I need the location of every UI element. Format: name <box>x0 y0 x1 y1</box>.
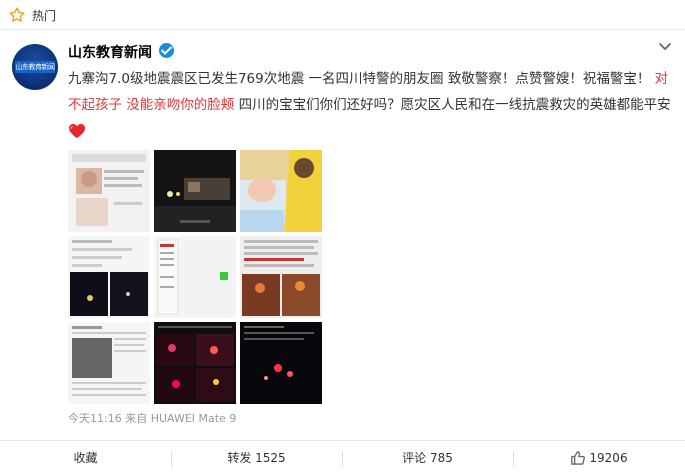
image-thumb-3[interactable] <box>240 150 322 232</box>
image-thumb-5[interactable] <box>154 236 236 318</box>
post-text: 九寨沟7.0级地震震区已发生769次地震 一名四川特警的朋友圈 致敬警察！点赞警… <box>68 66 673 144</box>
like-count: 19206 <box>589 451 628 465</box>
post-username[interactable]: 山东教育新闻 <box>68 42 152 62</box>
like-button[interactable]: 19206 <box>513 441 685 475</box>
favorite-button[interactable]: 收藏 <box>0 441 171 475</box>
image-thumb-2[interactable] <box>154 150 236 232</box>
hot-label: 热门 <box>32 9 57 23</box>
image-thumb-6[interactable] <box>240 236 322 318</box>
post-text-tail: 四川的宝宝们你们还好吗？愿灾区人民和在一线抗震救灾的英雄都能平安 <box>234 97 671 113</box>
image-thumb-9[interactable] <box>240 322 322 404</box>
repost-button[interactable]: 转发 1525 <box>171 441 342 475</box>
star-outline-icon <box>9 7 25 22</box>
action-bar: 收藏 转发 1525 评论 785 19206 <box>0 440 685 475</box>
image-thumb-1[interactable] <box>68 150 150 232</box>
hot-header: 热门 <box>0 0 685 30</box>
verified-badge-icon <box>159 43 174 58</box>
weibo-post-card: 山东教育新闻 山东教育新闻 九寨沟7.0级地震震区已发生769次地震 一名四川特… <box>0 30 685 475</box>
image-thumb-4[interactable] <box>68 236 150 318</box>
avatar-logo-text: 山东教育新闻 <box>15 61 55 73</box>
heart-emoji-icon <box>69 124 85 138</box>
thumbs-up-icon <box>571 451 586 465</box>
avatar[interactable]: 山东教育新闻 <box>12 44 58 90</box>
image-thumb-7[interactable] <box>68 322 150 404</box>
comment-button[interactable]: 评论 785 <box>342 441 513 475</box>
post-text-main: 九寨沟7.0级地震震区已发生769次地震 一名四川特警的朋友圈 致敬警察！点赞警… <box>68 71 651 87</box>
image-thumb-8[interactable] <box>154 322 236 404</box>
post-meta: 今天11:16 来自 HUAWEI Mate 9 <box>68 412 237 425</box>
chevron-down-icon[interactable] <box>658 42 672 52</box>
